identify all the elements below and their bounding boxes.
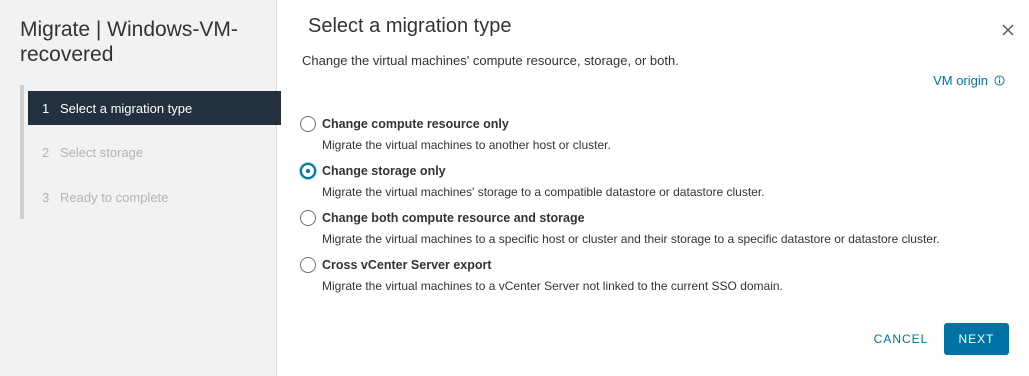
radio-storage-only[interactable] bbox=[300, 163, 316, 179]
option-label[interactable]: Change compute resource only bbox=[322, 117, 509, 131]
info-icon bbox=[994, 75, 1005, 86]
step-number: 1 bbox=[42, 100, 50, 116]
option-description: Migrate the virtual machines to a specif… bbox=[322, 232, 940, 246]
next-button[interactable]: NEXT bbox=[944, 323, 1009, 355]
option-label[interactable]: Change both compute resource and storage bbox=[322, 211, 585, 225]
option-compute-and-storage-row[interactable]: Change both compute resource and storage bbox=[300, 210, 1020, 226]
wizard-sidebar: Migrate | Windows-VM-recovered 1 Select … bbox=[0, 0, 281, 376]
option-label[interactable]: Change storage only bbox=[322, 164, 446, 178]
step-label: Select storage bbox=[60, 144, 144, 160]
option-cross-vcenter-export-row[interactable]: Cross vCenter Server export bbox=[300, 257, 1020, 273]
step-label: Ready to complete bbox=[60, 189, 169, 205]
wizard-step-ready-to-complete[interactable]: 3 Ready to complete bbox=[28, 180, 281, 214]
wizard-content: Select a migration type Change the virtu… bbox=[278, 0, 1029, 376]
cancel-button[interactable]: CANCEL bbox=[864, 323, 938, 355]
radio-cross-vcenter-export[interactable] bbox=[300, 257, 316, 273]
option-cross-vcenter-export: Cross vCenter Server export Migrate the … bbox=[300, 257, 1020, 293]
vm-origin-link[interactable]: VM origin bbox=[933, 73, 1005, 88]
option-description: Migrate the virtual machines' storage to… bbox=[322, 185, 765, 199]
option-description: Migrate the virtual machines to another … bbox=[322, 138, 611, 152]
option-description: Migrate the virtual machines to a vCente… bbox=[322, 279, 783, 293]
option-storage-only: Change storage only Migrate the virtual … bbox=[300, 163, 1020, 199]
wizard-steps: 1 Select a migration type 2 Select stora… bbox=[20, 85, 281, 219]
step-label: Select a migration type bbox=[60, 100, 193, 116]
option-storage-only-row[interactable]: Change storage only bbox=[300, 163, 1020, 179]
radio-compute-and-storage[interactable] bbox=[300, 210, 316, 226]
option-compute-only-row[interactable]: Change compute resource only bbox=[300, 116, 1020, 132]
page-title: Select a migration type bbox=[308, 15, 512, 37]
step-number: 3 bbox=[42, 189, 50, 205]
option-label[interactable]: Cross vCenter Server export bbox=[322, 258, 492, 272]
wizard-step-select-migration-type[interactable]: 1 Select a migration type bbox=[28, 91, 281, 125]
wizard-step-select-storage[interactable]: 2 Select storage bbox=[28, 135, 281, 169]
vm-origin-label: VM origin bbox=[933, 73, 988, 88]
option-compute-only: Change compute resource only Migrate the… bbox=[300, 116, 1020, 152]
radio-compute-only[interactable] bbox=[300, 116, 316, 132]
close-icon[interactable] bbox=[1000, 22, 1016, 38]
option-compute-and-storage: Change both compute resource and storage… bbox=[300, 210, 1020, 246]
wizard-title: Migrate | Windows-VM-recovered bbox=[20, 18, 238, 66]
step-number: 2 bbox=[42, 144, 50, 160]
page-subtitle: Change the virtual machines' compute res… bbox=[302, 53, 679, 68]
